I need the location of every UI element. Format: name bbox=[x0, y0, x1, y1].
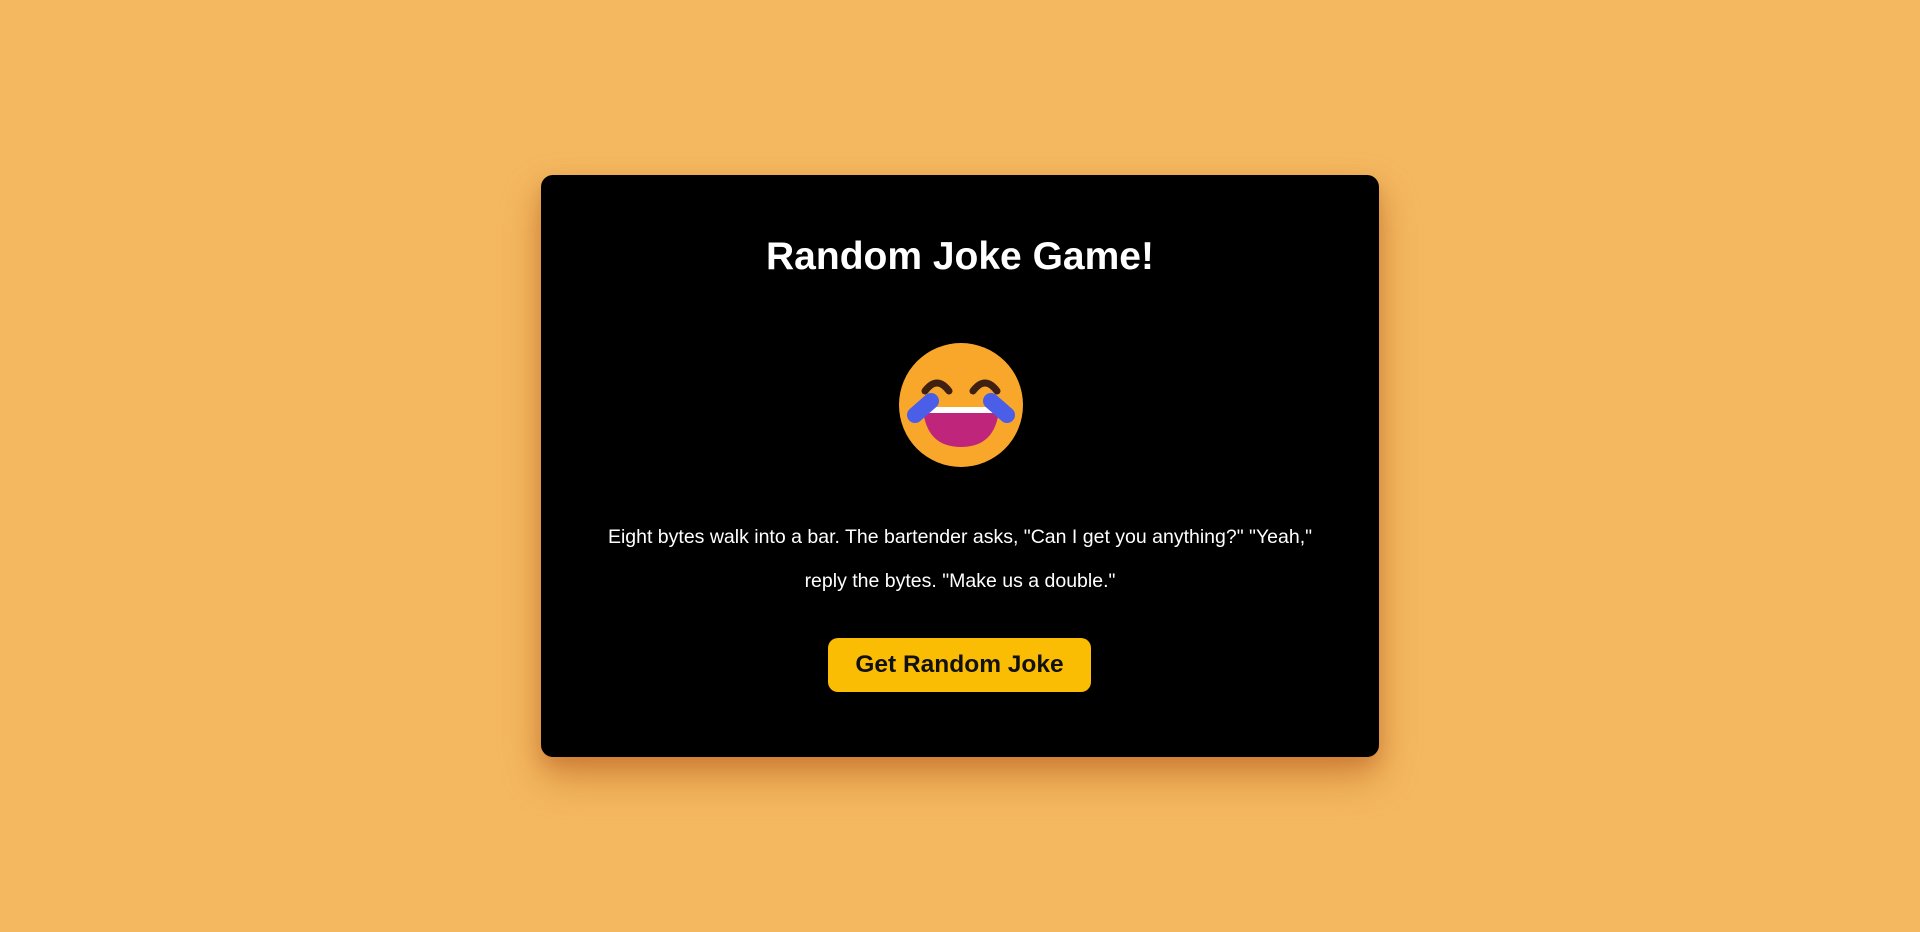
joke-text: Eight bytes walk into a bar. The bartend… bbox=[607, 526, 1313, 592]
page-title: Random Joke Game! bbox=[766, 235, 1154, 278]
get-random-joke-button[interactable]: Get Random Joke bbox=[828, 638, 1091, 692]
joke-card: Random Joke Game! Eight bytes walk into … bbox=[541, 175, 1379, 757]
laughing-tears-icon bbox=[891, 335, 1031, 475]
